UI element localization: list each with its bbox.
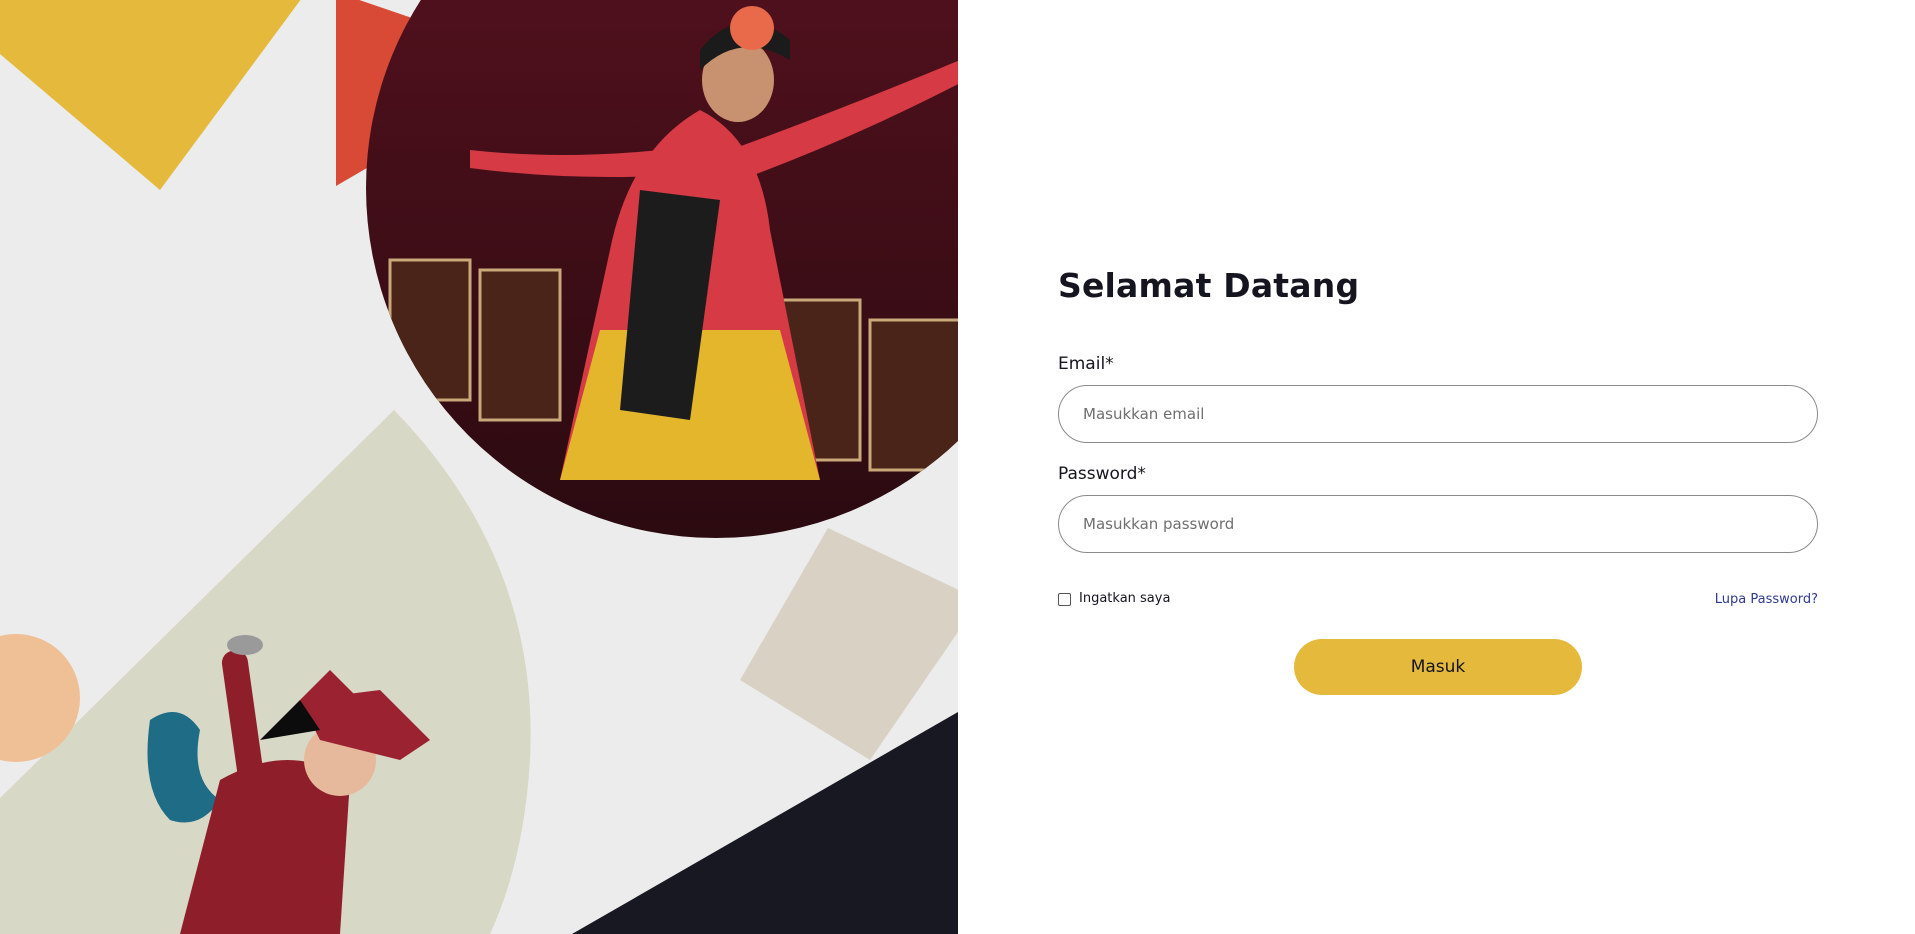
yellow-square-shape <box>0 0 301 190</box>
remember-checkbox[interactable] <box>1058 592 1071 606</box>
decorative-art-panel <box>0 0 958 934</box>
remember-me[interactable]: Ingatkan saya <box>1058 589 1170 609</box>
email-field[interactable] <box>1058 385 1818 443</box>
password-field[interactable] <box>1058 495 1818 553</box>
dancer-photo <box>366 0 958 538</box>
navy-triangle-shape <box>572 712 958 934</box>
options-row: Ingatkan saya Lupa Password? <box>1058 589 1818 609</box>
remember-label: Ingatkan saya <box>1079 591 1171 606</box>
password-label: Password* <box>1058 464 1146 484</box>
login-form: Selamat Datang Email* Password* Ingatkan… <box>1058 262 1818 695</box>
forgot-password-link[interactable]: Lupa Password? <box>1715 589 1818 611</box>
decorative-shapes <box>0 0 958 934</box>
login-button[interactable]: Masuk <box>1294 639 1582 695</box>
page-title: Selamat Datang <box>1058 266 1360 305</box>
login-panel: Selamat Datang Email* Password* Ingatkan… <box>958 0 1915 934</box>
tan-diamond-shape <box>740 528 958 760</box>
email-label: Email* <box>1058 354 1114 374</box>
